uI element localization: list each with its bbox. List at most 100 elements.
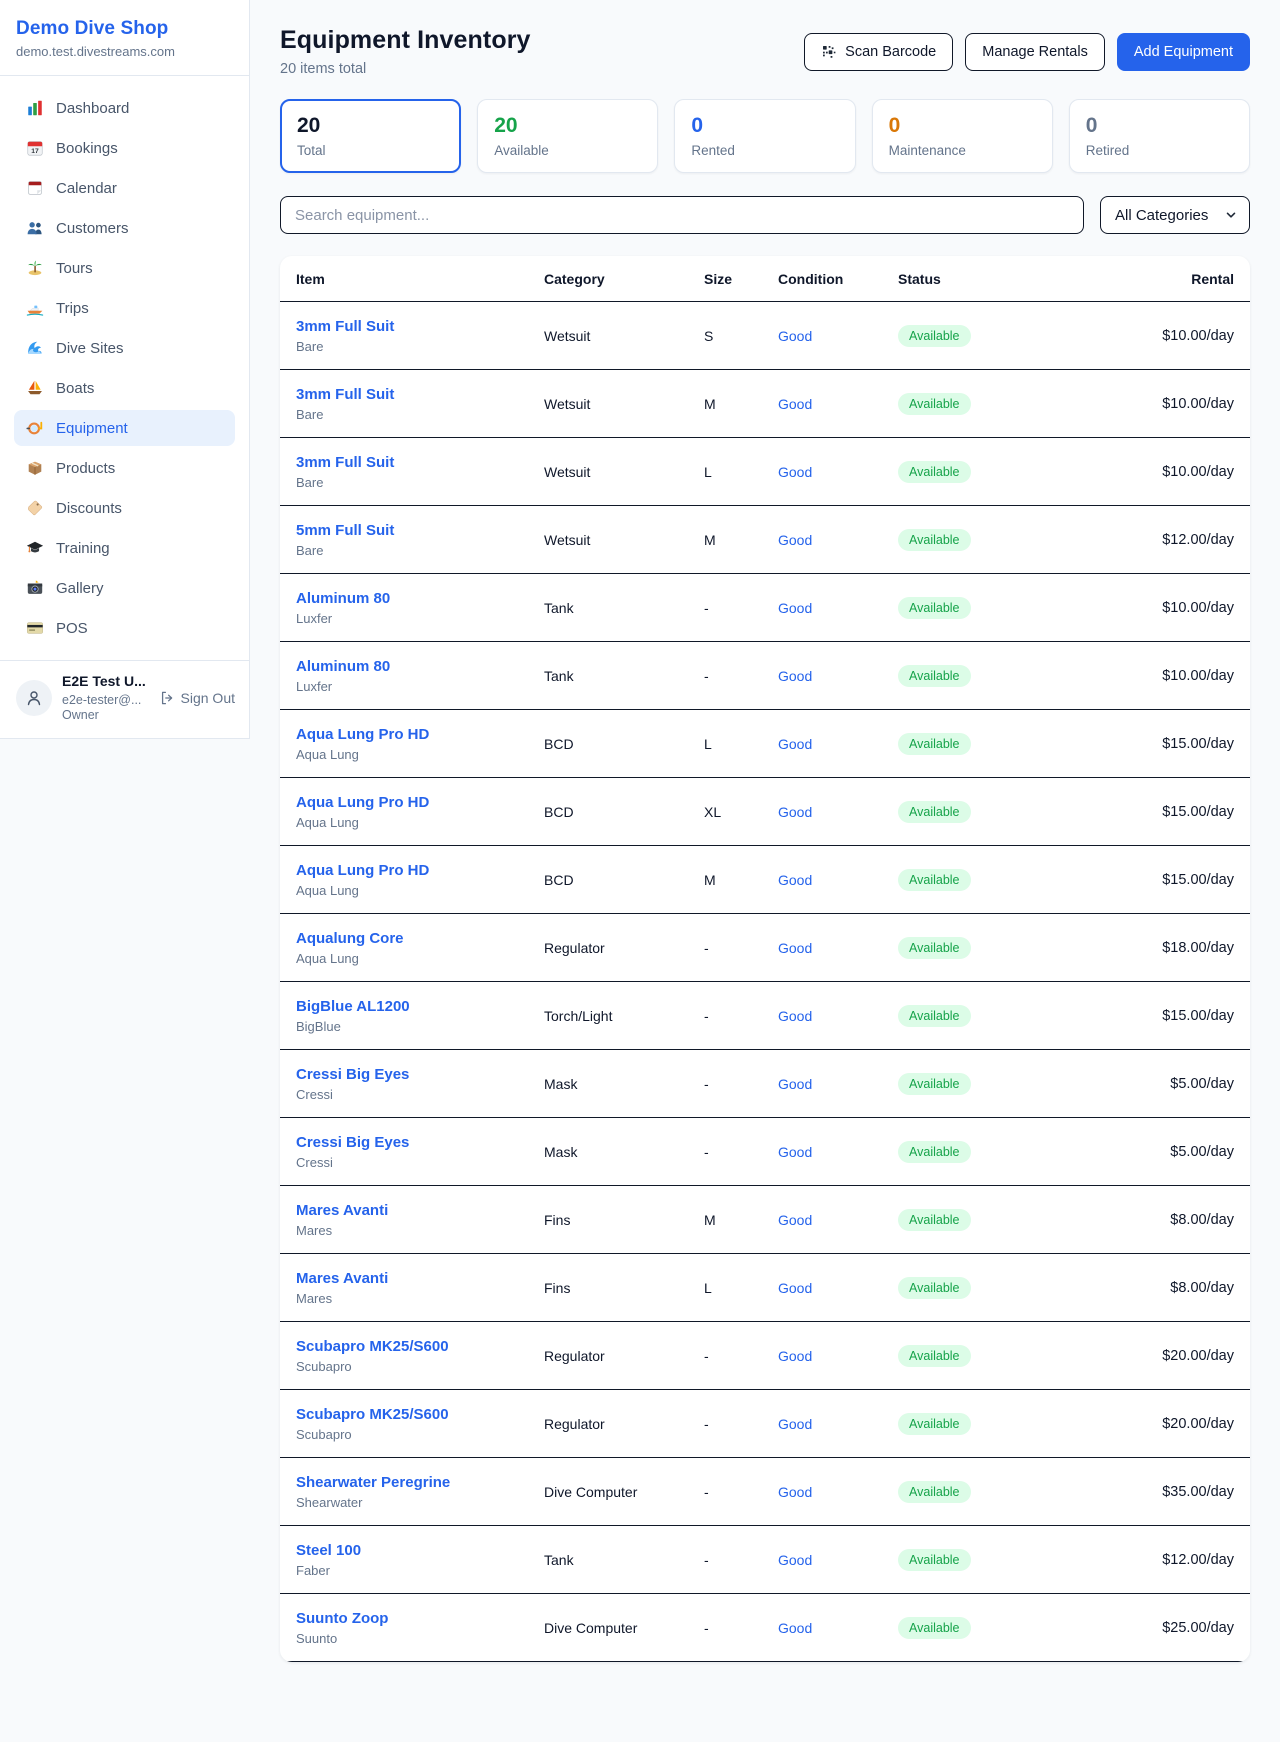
stat-card-total[interactable]: 20 Total: [280, 99, 461, 173]
sidebar-item-tours[interactable]: Tours: [14, 250, 235, 286]
stat-card-maintenance[interactable]: 0 Maintenance: [872, 99, 1053, 173]
item-name-link[interactable]: Aqua Lung Pro HD: [296, 862, 544, 879]
item-name-link[interactable]: Cressi Big Eyes: [296, 1134, 544, 1151]
item-name-link[interactable]: 3mm Full Suit: [296, 454, 544, 471]
item-name-link[interactable]: Mares Avanti: [296, 1202, 544, 1219]
item-name-link[interactable]: 5mm Full Suit: [296, 522, 544, 539]
item-name-link[interactable]: Mares Avanti: [296, 1270, 544, 1287]
sign-out-button[interactable]: Sign Out: [159, 690, 235, 706]
add-equipment-button[interactable]: Add Equipment: [1117, 33, 1250, 71]
status-badge: Available: [898, 597, 971, 619]
sidebar-item-calendar[interactable]: Calendar: [14, 170, 235, 206]
avatar: [16, 680, 52, 716]
item-name-link[interactable]: Aluminum 80: [296, 658, 544, 675]
item-brand: Bare: [296, 407, 544, 422]
condition-link[interactable]: Good: [778, 940, 898, 956]
sidebar-item-discounts[interactable]: Discounts: [14, 490, 235, 526]
item-name-link[interactable]: Cressi Big Eyes: [296, 1066, 544, 1083]
size-cell: M: [704, 872, 778, 888]
status-badge: Available: [898, 1073, 971, 1095]
condition-link[interactable]: Good: [778, 532, 898, 548]
item-name-link[interactable]: Suunto Zoop: [296, 1610, 544, 1627]
page-title: Equipment Inventory: [280, 26, 531, 55]
sidebar-item-customers[interactable]: Customers: [14, 210, 235, 246]
status-badge: Available: [898, 733, 971, 755]
item-name-link[interactable]: Scubapro MK25/S600: [296, 1406, 544, 1423]
condition-link[interactable]: Good: [778, 464, 898, 480]
condition-link[interactable]: Good: [778, 736, 898, 752]
item-name-link[interactable]: Aluminum 80: [296, 590, 544, 607]
manage-rentals-button[interactable]: Manage Rentals: [965, 33, 1105, 71]
size-cell: L: [704, 736, 778, 752]
scan-barcode-button[interactable]: Scan Barcode: [804, 33, 953, 71]
item-name-link[interactable]: Aqualung Core: [296, 930, 544, 947]
condition-link[interactable]: Good: [778, 1008, 898, 1024]
category-cell: Tank: [544, 668, 704, 684]
item-name-link[interactable]: 3mm Full Suit: [296, 386, 544, 403]
stat-card-available[interactable]: 20 Available: [477, 99, 658, 173]
item-name-link[interactable]: Aqua Lung Pro HD: [296, 794, 544, 811]
sidebar-item-trips[interactable]: Trips: [14, 290, 235, 326]
item-cell: Aqua Lung Pro HD Aqua Lung: [296, 862, 544, 898]
condition-link[interactable]: Good: [778, 396, 898, 412]
size-cell: -: [704, 1348, 778, 1364]
condition-link[interactable]: Good: [778, 1076, 898, 1092]
user-meta: E2E Test U... e2e-tester@... Owner: [62, 673, 146, 724]
table-row: Suunto Zoop Suunto Dive Computer - Good …: [280, 1594, 1250, 1662]
stat-card-rented[interactable]: 0 Rented: [674, 99, 855, 173]
condition-link[interactable]: Good: [778, 1416, 898, 1432]
sidebar-item-dive-sites[interactable]: Dive Sites: [14, 330, 235, 366]
status-badge: Available: [898, 1481, 971, 1503]
item-name-link[interactable]: 3mm Full Suit: [296, 318, 544, 335]
rental-cell: $12.00/day: [1114, 532, 1234, 548]
status-cell: Available: [898, 1549, 1114, 1571]
size-cell: M: [704, 532, 778, 548]
rental-cell: $10.00/day: [1114, 396, 1234, 412]
item-brand: Luxfer: [296, 679, 544, 694]
item-name-link[interactable]: BigBlue AL1200: [296, 998, 544, 1015]
item-name-link[interactable]: Scubapro MK25/S600: [296, 1338, 544, 1355]
sidebar-item-pos[interactable]: POS: [14, 610, 235, 646]
condition-link[interactable]: Good: [778, 1484, 898, 1500]
stat-value: 0: [889, 114, 1036, 138]
condition-link[interactable]: Good: [778, 668, 898, 684]
condition-link[interactable]: Good: [778, 328, 898, 344]
people-icon: [26, 219, 44, 237]
sidebar-item-bookings[interactable]: 17 Bookings: [14, 130, 235, 166]
item-brand: Cressi: [296, 1155, 544, 1170]
table-row: Aluminum 80 Luxfer Tank - Good Available…: [280, 574, 1250, 642]
sidebar-item-gallery[interactable]: Gallery: [14, 570, 235, 606]
sidebar-item-boats[interactable]: Boats: [14, 370, 235, 406]
condition-link[interactable]: Good: [778, 600, 898, 616]
status-cell: Available: [898, 665, 1114, 687]
condition-link[interactable]: Good: [778, 804, 898, 820]
condition-link[interactable]: Good: [778, 1280, 898, 1296]
camera-icon: [26, 579, 44, 597]
condition-link[interactable]: Good: [778, 1212, 898, 1228]
item-brand: Scubapro: [296, 1359, 544, 1374]
condition-link[interactable]: Good: [778, 1144, 898, 1160]
sidebar-item-dashboard[interactable]: Dashboard: [14, 90, 235, 126]
sidebar-item-training[interactable]: Training: [14, 530, 235, 566]
condition-link[interactable]: Good: [778, 1552, 898, 1568]
status-badge: Available: [898, 461, 971, 483]
item-brand: Faber: [296, 1563, 544, 1578]
item-name-link[interactable]: Shearwater Peregrine: [296, 1474, 544, 1491]
status-badge: Available: [898, 325, 971, 347]
sidebar-item-label: Dive Sites: [56, 340, 124, 357]
condition-link[interactable]: Good: [778, 872, 898, 888]
item-cell: 3mm Full Suit Bare: [296, 318, 544, 354]
size-cell: -: [704, 600, 778, 616]
item-name-link[interactable]: Steel 100: [296, 1542, 544, 1559]
size-cell: -: [704, 1076, 778, 1092]
stat-card-retired[interactable]: 0 Retired: [1069, 99, 1250, 173]
table-row: 3mm Full Suit Bare Wetsuit M Good Availa…: [280, 370, 1250, 438]
search-input[interactable]: [280, 196, 1084, 234]
sidebar-item-equipment[interactable]: Equipment: [14, 410, 235, 446]
condition-link[interactable]: Good: [778, 1348, 898, 1364]
sidebar-nav: Dashboard 17 Bookings Calendar Customers…: [0, 76, 249, 660]
condition-link[interactable]: Good: [778, 1620, 898, 1636]
category-select[interactable]: All Categories: [1100, 196, 1250, 234]
sidebar-item-products[interactable]: Products: [14, 450, 235, 486]
item-name-link[interactable]: Aqua Lung Pro HD: [296, 726, 544, 743]
